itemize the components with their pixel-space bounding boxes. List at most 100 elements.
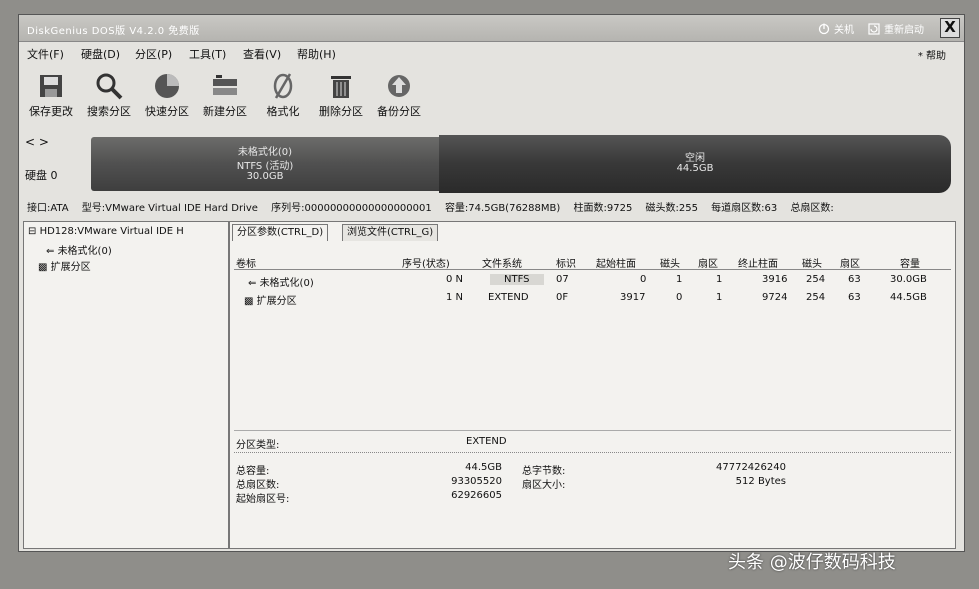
header-divider [234, 269, 951, 270]
col-start-sector: 扇区 [698, 259, 718, 270]
restart-link[interactable]: 重新启动 [868, 21, 924, 36]
disk-interface: 接口:ATA [27, 203, 69, 214]
quick-partition-button[interactable]: 快速分区 [139, 65, 195, 119]
cell-end-cyl: 3916 [762, 274, 788, 285]
menu-tools[interactable]: 工具(T) [189, 46, 226, 62]
col-start-cyl: 起始柱面 [596, 259, 636, 270]
col-volume: 卷标 [236, 259, 256, 270]
disk-tree: ⊟ HD128:VMware Virtual IDE H ⇐ 未格式化(0) ▩… [23, 221, 229, 549]
partition-block-ntfs[interactable]: 未格式化(0) NTFS (活动) 30.0GB [91, 137, 439, 191]
menu-file[interactable]: 文件(F) [27, 46, 64, 62]
sector-size-label: 扇区大小: [522, 480, 566, 491]
col-end-cyl: 终止柱面 [738, 259, 778, 270]
restart-label: 重新启动 [884, 25, 924, 36]
total-sectors-label: 总扇区数: [236, 480, 280, 491]
help-link[interactable]: * 帮助 [918, 47, 946, 62]
save-icon [40, 75, 62, 97]
tree-disk-label: HD128:VMware Virtual IDE H [39, 226, 184, 237]
cell-index: 0 N [446, 274, 464, 285]
disk-serial: 序列号:00000000000000000001 [271, 203, 432, 214]
title-links: 关机 重新启动 [818, 21, 924, 36]
cell-id: 0F [556, 292, 569, 303]
tree-item-unformatted-label: 未格式化(0) [57, 246, 112, 257]
quick-partition-label: 快速分区 [145, 105, 189, 118]
cell-end-cyl: 9724 [762, 292, 788, 303]
tree-disk-node[interactable]: ⊟ HD128:VMware Virtual IDE H [28, 226, 184, 237]
disk-bar: < > 硬盘 0 未格式化(0) NTFS (活动) 30.0GB 空闲 44.… [19, 129, 964, 199]
partition-ntfs-fs: NTFS (活动) [236, 161, 294, 172]
details-dotted-line [234, 452, 951, 453]
partition-icon: ⇐ [46, 246, 58, 257]
new-partition-label: 新建分区 [203, 105, 247, 118]
partition-block-free[interactable]: 空闲 44.5GB [439, 135, 951, 193]
backup-partition-button[interactable]: 备份分区 [371, 65, 427, 119]
cell-volume-text: 扩展分区 [256, 296, 297, 307]
total-capacity-label: 总容量: [236, 466, 270, 477]
tab-browse-files[interactable]: 浏览文件(CTRL_G) [342, 224, 439, 241]
total-bytes-value: 47772426240 [716, 462, 786, 473]
disk-nav-arrows[interactable]: < > [25, 135, 49, 149]
format-button[interactable]: 格式化 [255, 65, 311, 119]
cell-id: 07 [556, 274, 569, 285]
tab-partition-params[interactable]: 分区参数(CTRL_D) [232, 224, 329, 241]
title-bar: DiskGenius DOS版 V4.2.0 免费版 关机 重新启动 X [19, 15, 964, 42]
col-id: 标识 [556, 259, 576, 270]
disk-sectors-per-track: 每道扇区数:63 [711, 203, 778, 214]
partition-ntfs-size: 30.0GB [246, 171, 284, 182]
delete-partition-label: 删除分区 [319, 105, 363, 118]
partition-type-value: EXTEND [466, 436, 507, 447]
cell-start-head: 1 [676, 274, 683, 285]
backup-partition-label: 备份分区 [377, 105, 421, 118]
menu-help[interactable]: 帮助(H) [297, 46, 336, 62]
quick-partition-icon [155, 74, 179, 98]
cell-index: 1 N [446, 292, 464, 303]
tree-item-extended-label: 扩展分区 [50, 262, 91, 273]
menu-partition[interactable]: 分区(P) [135, 46, 172, 62]
disk-info-line: 接口:ATA 型号:VMware Virtual IDE Hard Drive … [19, 199, 964, 219]
cell-end-sector: 63 [848, 274, 861, 285]
menu-view[interactable]: 查看(V) [243, 46, 281, 62]
disk-cylinders: 柱面数:9725 [573, 203, 633, 214]
disk-label: 硬盘 0 [25, 169, 58, 182]
partition-free-name: 空闲 [685, 153, 705, 164]
search-partition-label: 搜索分区 [87, 105, 131, 118]
total-bytes-label: 总字节数: [522, 466, 566, 477]
disk-total-sectors: 总扇区数: [790, 203, 834, 214]
watermark-text: 头条 @波仔数码科技 [728, 552, 896, 573]
total-sectors-value: 93305520 [451, 476, 502, 487]
backup-icon [388, 75, 410, 97]
disk-heads: 磁头数:255 [645, 203, 698, 214]
restart-icon [868, 22, 880, 35]
partition-icon: ⇐ [248, 278, 260, 289]
cell-capacity: 44.5GB [890, 292, 927, 303]
cell-start-cyl: 0 [640, 274, 647, 285]
disk-model: 型号:VMware Virtual IDE Hard Drive [81, 203, 258, 214]
delete-partition-button[interactable]: 删除分区 [313, 65, 369, 119]
menu-disk[interactable]: 硬盘(D) [81, 46, 120, 62]
col-filesystem: 文件系统 [482, 259, 522, 270]
cell-volume-text: 未格式化(0) [259, 278, 314, 289]
shutdown-link[interactable]: 关机 [818, 21, 854, 36]
start-sector-value: 62926605 [451, 490, 502, 501]
cell-start-sector: 1 [716, 292, 723, 303]
col-index: 序号(状态) [402, 259, 450, 270]
cell-start-sector: 1 [716, 274, 723, 285]
cell-end-sector: 63 [848, 292, 861, 303]
partition-free-size: 44.5GB [676, 163, 714, 174]
new-partition-button[interactable]: 新建分区 [197, 65, 253, 119]
save-changes-label: 保存更改 [29, 105, 73, 118]
cell-filesystem: NTFS [490, 274, 544, 285]
window-title: DiskGenius DOS版 V4.2.0 免费版 [27, 26, 200, 37]
partition-ntfs-name: 未格式化(0) [237, 147, 293, 158]
format-icon [273, 73, 293, 99]
save-changes-button[interactable]: 保存更改 [23, 65, 79, 119]
details-divider [234, 430, 951, 431]
cell-start-head: 0 [676, 292, 683, 303]
collapse-icon: ⊟ [28, 226, 40, 237]
tree-item-unformatted[interactable]: ⇐ 未格式化(0) [46, 242, 112, 257]
power-icon [818, 23, 830, 34]
search-partition-button[interactable]: 搜索分区 [81, 65, 137, 119]
tree-item-extended[interactable]: ▩ 扩展分区 [38, 258, 91, 273]
close-button[interactable]: X [940, 18, 960, 38]
partition-type-label: 分区类型: [236, 440, 280, 451]
